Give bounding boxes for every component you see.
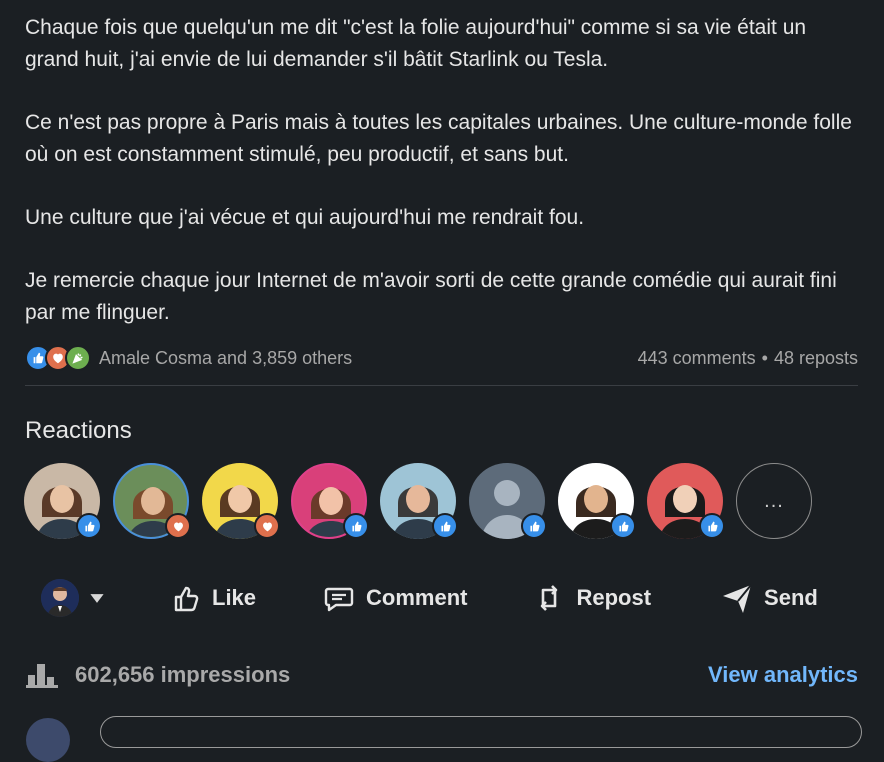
- impressions-bar: 602,656 impressions View analytics: [25, 655, 858, 695]
- like-button[interactable]: Like: [167, 580, 256, 616]
- counts-separator: •: [761, 347, 768, 368]
- action-bar: Like Comment Repost Send: [24, 570, 864, 626]
- counts-right: 443 comments • 48 reposts: [638, 348, 858, 369]
- post-text: Chaque fois que quelqu'un me dit "c'est …: [25, 12, 865, 329]
- send-label: Send: [764, 585, 818, 610]
- more-reactions-button[interactable]: ...: [736, 463, 812, 539]
- repost-icon: [541, 585, 558, 611]
- repost-button[interactable]: Repost: [531, 580, 651, 616]
- impressions-summary[interactable]: 602,656 impressions: [25, 661, 290, 689]
- reactors-summary[interactable]: Amale Cosma and 3,859 others: [25, 345, 352, 371]
- reaction-avatar[interactable]: [469, 463, 547, 539]
- reaction-icon-stack: [25, 345, 91, 371]
- bar-chart-icon: [26, 664, 58, 688]
- love-icon: [254, 513, 280, 539]
- reaction-avatar[interactable]: [202, 463, 280, 539]
- comment-icon: [324, 587, 354, 612]
- reaction-avatar[interactable]: [558, 463, 636, 539]
- impressions-count: 602,656 impressions: [75, 662, 291, 687]
- reaction-avatar[interactable]: [113, 463, 191, 539]
- reactors-text[interactable]: Amale Cosma and 3,859 others: [99, 348, 352, 369]
- love-icon: [165, 513, 191, 539]
- comments-count[interactable]: 443 comments: [638, 348, 756, 369]
- post-paragraph: Une culture que j'ai vécue et qui aujour…: [25, 206, 585, 229]
- comment-button[interactable]: Comment: [321, 580, 467, 616]
- like-icon: [76, 513, 102, 539]
- send-icon: [723, 584, 752, 613]
- post-paragraph: Je remercie chaque jour Internet de m'av…: [25, 269, 837, 324]
- like-label: Like: [212, 585, 257, 610]
- like-icon: [610, 513, 636, 539]
- comment-input[interactable]: [100, 716, 862, 748]
- celebrate-icon: [65, 345, 91, 371]
- reaction-avatar[interactable]: [647, 463, 725, 539]
- social-counts: Amale Cosma and 3,859 others 443 comment…: [25, 343, 858, 373]
- view-analytics-link[interactable]: View analytics: [708, 662, 858, 688]
- like-icon: [521, 513, 547, 539]
- reaction-avatar[interactable]: [24, 463, 102, 539]
- like-icon: [343, 513, 369, 539]
- send-button[interactable]: Send: [719, 580, 818, 616]
- avatar: [26, 718, 70, 762]
- reaction-avatar[interactable]: [291, 463, 369, 539]
- reactions-avatar-row: ...: [24, 463, 812, 543]
- divider: [25, 385, 858, 386]
- comment-label: Comment: [366, 585, 468, 610]
- reaction-avatar[interactable]: [380, 463, 458, 539]
- actor-switcher[interactable]: [41, 579, 105, 617]
- like-icon: [432, 513, 458, 539]
- like-icon: [699, 513, 725, 539]
- thumbs-up-icon: [174, 586, 199, 612]
- avatar: [41, 579, 79, 617]
- caret-down-icon: [90, 593, 104, 603]
- reactions-heading: Reactions: [25, 417, 132, 444]
- post-paragraph: Ce n'est pas propre à Paris mais à toute…: [25, 111, 852, 166]
- post-paragraph: Chaque fois que quelqu'un me dit "c'est …: [25, 16, 807, 71]
- reposts-count[interactable]: 48 reposts: [774, 348, 858, 369]
- repost-label: Repost: [576, 585, 652, 610]
